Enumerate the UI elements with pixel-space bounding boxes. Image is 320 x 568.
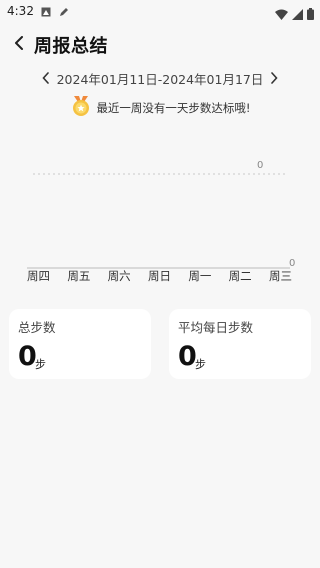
- goal-notice: 最近一周没有一天步数达标哦!: [0, 95, 320, 121]
- goal-line-value-label: 0: [257, 160, 264, 171]
- average-steps-unit: 步: [195, 358, 206, 371]
- total-steps-label: 总步数: [18, 320, 56, 335]
- average-steps-value: 0: [178, 341, 197, 372]
- cellular-signal-icon: [292, 5, 303, 24]
- x-tick-label: 周日: [148, 269, 171, 283]
- x-tick-label: 周六: [107, 269, 131, 283]
- chevron-left-icon: [14, 35, 24, 54]
- status-notification-icons: [41, 5, 69, 17]
- status-time: 4:32: [7, 4, 34, 18]
- notification-pen-icon: [59, 2, 69, 21]
- back-button[interactable]: [8, 31, 30, 57]
- average-steps-label: 平均每日步数: [178, 320, 254, 335]
- notification-image-icon: [41, 2, 51, 21]
- total-steps-value: 0: [18, 341, 37, 372]
- x-tick-label: 周二: [228, 269, 252, 283]
- next-week-button[interactable]: [267, 70, 281, 86]
- previous-week-button[interactable]: [39, 70, 53, 86]
- notice-text: 最近一周没有一天步数达标哦!: [96, 101, 251, 115]
- x-tick-label: 周一: [188, 269, 212, 283]
- x-tick-label: 周四: [27, 269, 50, 283]
- trophy-medal-icon: [69, 94, 93, 122]
- battery-icon: [307, 5, 314, 24]
- wifi-icon: [275, 5, 288, 24]
- x-tick-label: 周三: [269, 269, 292, 283]
- date-range-label: 2024年01月11日-2024年01月17日: [56, 71, 264, 87]
- app-header: 周报总结: [0, 24, 320, 64]
- status-system-icons: [275, 5, 314, 24]
- average-steps-card: 平均每日步数 0 步: [169, 309, 311, 379]
- date-range-nav: 2024年01月11日-2024年01月17日: [0, 68, 320, 88]
- total-steps-card: 总步数 0 步: [9, 309, 151, 379]
- x-tick-label: 周五: [67, 269, 91, 283]
- page-title: 周报总结: [34, 36, 108, 57]
- total-steps-unit: 步: [35, 358, 46, 371]
- status-bar: 4:32: [0, 0, 320, 22]
